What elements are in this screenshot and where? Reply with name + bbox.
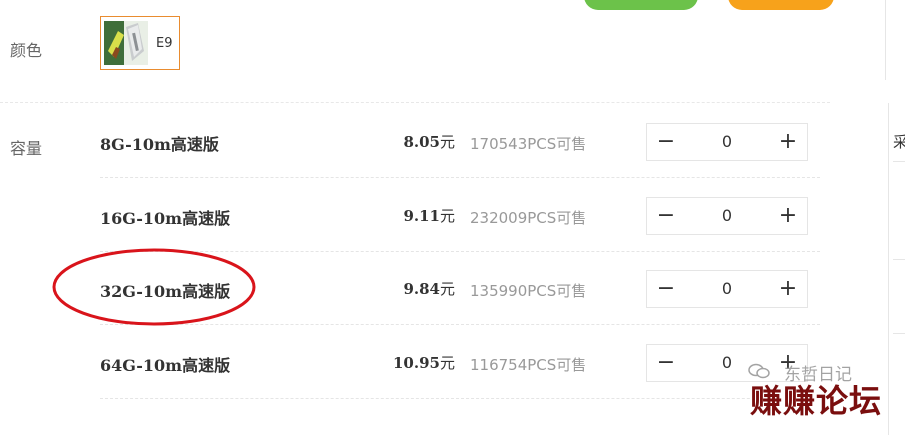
quantity-input[interactable]: 0 [697, 198, 757, 234]
sku-price-value: 9.11 [403, 207, 440, 225]
panel-divider [885, 0, 886, 80]
sku-price-unit: 元 [439, 280, 455, 298]
side-panel-box [888, 103, 905, 435]
color-option-e9[interactable]: E9 [100, 16, 180, 70]
sku-price-unit: 元 [439, 354, 455, 372]
side-panel-partial-label: 采 [893, 133, 905, 151]
sku-row: 16G-10m高速版 9.11元 232009PCS可售 − 0 + [100, 178, 820, 252]
sku-name: 16G-10m高速版 [100, 209, 231, 228]
color-option-label: E9 [156, 36, 173, 51]
decrement-button[interactable]: − [647, 345, 685, 381]
capacity-attribute-label: 容量 [10, 139, 43, 158]
quantity-stepper: − 0 + [646, 270, 808, 308]
decrement-button[interactable]: − [647, 124, 685, 160]
panel-divider [893, 259, 905, 260]
sku-price-unit: 元 [439, 207, 455, 225]
sku-stock: 116754PCS可售 [470, 356, 587, 374]
sku-stock: 170543PCS可售 [470, 135, 587, 153]
panel-divider [893, 333, 905, 334]
sku-row: 8G-10m高速版 8.05元 170543PCS可售 − 0 + [100, 104, 820, 178]
sku-name: 64G-10m高速版 [100, 356, 231, 375]
sku-price-value: 8.05 [403, 133, 440, 151]
usb-flash-drive-image [104, 21, 148, 65]
quantity-input[interactable]: 0 [697, 124, 757, 160]
sku-price: 9.84元 [403, 278, 455, 299]
sku-stock: 135990PCS可售 [470, 282, 587, 300]
sku-price-value: 10.95 [393, 354, 440, 372]
sku-row: 64G-10m高速版 10.95元 116754PCS可售 − 0 + [100, 325, 820, 399]
sku-row: 32G-10m高速版 9.84元 135990PCS可售 − 0 + [100, 251, 820, 325]
top-orange-button[interactable] [728, 0, 834, 10]
forum-watermark: 赚赚论坛 [750, 382, 883, 420]
sku-price-unit: 元 [439, 133, 455, 151]
decrement-button[interactable]: − [647, 198, 685, 234]
quantity-stepper: − 0 + [646, 123, 808, 161]
quantity-stepper: − 0 + [646, 197, 808, 235]
increment-button[interactable]: + [769, 124, 807, 160]
section-divider [0, 102, 830, 103]
sku-name: 8G-10m高速版 [100, 135, 219, 154]
color-attribute-label: 颜色 [10, 41, 43, 60]
decrement-button[interactable]: − [647, 271, 685, 307]
quantity-input[interactable]: 0 [697, 271, 757, 307]
sku-price: 8.05元 [403, 131, 455, 152]
sku-name: 32G-10m高速版 [100, 282, 231, 301]
sku-price: 10.95元 [393, 352, 455, 373]
right-side-panel [885, 0, 905, 435]
panel-divider [893, 161, 905, 162]
sku-price-value: 9.84 [403, 280, 440, 298]
increment-button[interactable]: + [769, 198, 807, 234]
top-green-button[interactable] [584, 0, 698, 10]
increment-button[interactable]: + [769, 271, 807, 307]
sku-price: 9.11元 [403, 205, 455, 226]
sku-stock: 232009PCS可售 [470, 209, 587, 227]
row-divider [100, 398, 820, 399]
